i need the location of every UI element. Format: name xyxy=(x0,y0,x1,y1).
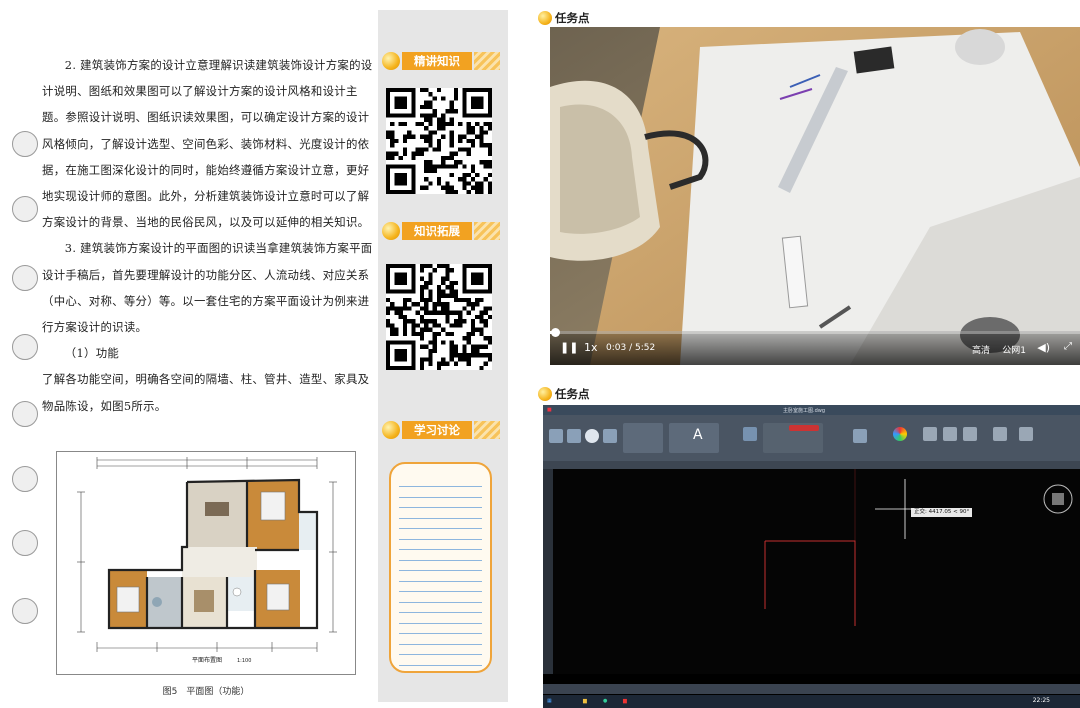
polyline-tool-icon[interactable] xyxy=(567,429,581,443)
binder-hole xyxy=(12,466,38,492)
stripe-decoration xyxy=(474,421,500,439)
floor-plan-drawing: 平面布置图 1:100 xyxy=(77,457,337,664)
video-frame xyxy=(550,27,1080,365)
cad-ribbon: A xyxy=(543,415,1080,461)
note-line xyxy=(399,559,482,561)
cad-statusbar xyxy=(543,684,1080,694)
binder-hole xyxy=(12,598,38,624)
modify-tools[interactable] xyxy=(623,423,663,453)
floor-plan-label: 平面布置图 xyxy=(192,656,222,664)
note-line xyxy=(399,612,482,613)
progress-knob[interactable] xyxy=(550,328,560,337)
note-line xyxy=(399,633,482,634)
color-wheel-icon[interactable] xyxy=(893,427,907,441)
note-line xyxy=(399,580,482,582)
paragraph-function-detail: 了解各功能空间，明确各空间的隔墙、柱、管井、造型、家具及物品陈设，如图5所示。 xyxy=(42,372,370,413)
cad-drawing-canvas[interactable]: 正交: 4417.05 < 90° xyxy=(543,469,1080,674)
cad-coordinate-tooltip: 正交: 4417.05 < 90° xyxy=(911,508,973,517)
note-line xyxy=(399,664,482,666)
cad-file-title: 主卧室施工图.dwg xyxy=(783,408,826,414)
binder-hole xyxy=(12,131,38,157)
binder-hole xyxy=(12,401,38,427)
binder-hole xyxy=(12,196,38,222)
volume-icon[interactable]: ◀) xyxy=(1037,341,1050,354)
task-point-icon xyxy=(538,387,552,401)
bullet-icon xyxy=(382,52,400,70)
bullet-icon xyxy=(382,421,400,439)
cad-ribbon-panel-bar xyxy=(543,461,1080,469)
file-explorer-icon[interactable]: ▆ xyxy=(583,698,587,704)
windows-taskbar: ▦ ▆ ● ▆ 22:25 xyxy=(543,695,1080,708)
line-select-button[interactable]: 公网1 xyxy=(1002,343,1026,356)
system-clock: 22:25 xyxy=(1032,697,1050,704)
layer-dropdown[interactable] xyxy=(789,425,819,431)
cad-task-header: 任务点 xyxy=(538,384,1078,406)
autocad-taskbar-icon[interactable]: ▆ xyxy=(623,698,627,704)
note-line xyxy=(399,517,482,519)
time-display: 0:03 / 5:52 xyxy=(606,343,656,353)
binder-hole xyxy=(12,334,38,360)
qr-code-icon[interactable] xyxy=(386,88,492,194)
note-line xyxy=(399,570,482,571)
stripe-decoration xyxy=(474,222,500,240)
clipboard-icon[interactable] xyxy=(963,427,977,441)
floor-plan-figure: 平面布置图 1:100 xyxy=(56,451,356,675)
note-line xyxy=(399,654,482,655)
video-controls: ❚❚ 1x 0:03 / 5:52 高清 公网1 ◀) ⤢ xyxy=(550,328,1080,365)
note-line xyxy=(399,622,482,624)
paragraph-design-intent: 2. 建筑装饰方案的设计立意理解识读建筑装饰设计方案的设计说明、图纸和效果图可以… xyxy=(42,58,373,230)
cad-titlebar: ■ 主卧室施工图.dwg xyxy=(543,405,1080,415)
browser-icon[interactable]: ● xyxy=(603,698,607,704)
task-point-icon xyxy=(538,11,552,25)
pause-button[interactable]: ❚❚ xyxy=(560,341,578,354)
view-icon[interactable] xyxy=(993,427,1007,441)
progress-bar[interactable] xyxy=(550,328,1080,337)
note-line xyxy=(399,591,482,592)
paragraph-function-heading: （1）功能 xyxy=(64,346,120,361)
tag-knowledge-extension: 知识拓展 xyxy=(382,221,502,241)
note-line xyxy=(399,601,482,603)
cad-drawing xyxy=(543,469,1073,674)
autocad-logo-icon: ■ xyxy=(547,407,552,413)
body-text: 2. 建筑装饰方案的设计立意理解识读建筑装饰设计方案的设计说明、图纸和效果图可以… xyxy=(42,52,377,419)
video-player[interactable]: ❚❚ 1x 0:03 / 5:52 高清 公网1 ◀) ⤢ xyxy=(550,27,1080,365)
note-line xyxy=(399,538,482,540)
binder-hole xyxy=(12,530,38,556)
figure-caption: 图5 平面图（功能） xyxy=(162,687,250,697)
floor-plan-scale: 1:100 xyxy=(237,658,251,664)
note-line xyxy=(399,528,482,529)
stripe-decoration xyxy=(474,52,500,70)
textbook-page: 2. 建筑装饰方案的设计立意理解识读建筑装饰设计方案的设计说明、图纸和效果图可以… xyxy=(0,0,525,708)
utilities-icon[interactable] xyxy=(943,427,957,441)
note-line xyxy=(399,486,482,487)
note-line xyxy=(399,549,482,550)
group-icon[interactable] xyxy=(923,427,937,441)
dimension-tool-icon[interactable] xyxy=(743,427,757,441)
circle-tool-icon[interactable] xyxy=(585,429,599,443)
text-tool-icon[interactable]: A xyxy=(693,427,707,443)
tag-lecture-knowledge: 精讲知识 xyxy=(382,51,502,71)
quality-hd-button[interactable]: 高清 xyxy=(972,343,990,356)
fullscreen-icon[interactable]: ⤢ xyxy=(1064,341,1072,352)
paragraph-floor-plan: 3. 建筑装饰方案设计的平面图的识读当拿建筑装饰方案平面设计手稿后，首先要理解设… xyxy=(42,241,373,335)
insert-block-icon[interactable] xyxy=(853,429,867,443)
windows-start-icon[interactable]: ▦ xyxy=(547,698,552,704)
line-tool-icon[interactable] xyxy=(549,429,563,443)
note-line xyxy=(399,507,482,508)
tag-study-discussion: 学习讨论 xyxy=(382,420,502,440)
notes-box[interactable] xyxy=(389,462,492,673)
select-mode-icon[interactable] xyxy=(1019,427,1033,441)
binder-hole xyxy=(12,265,38,291)
note-line xyxy=(399,496,482,498)
bullet-icon xyxy=(382,222,400,240)
qr-code-icon[interactable] xyxy=(386,264,492,370)
playback-speed-button[interactable]: 1x xyxy=(584,341,598,354)
arc-tool-icon[interactable] xyxy=(603,429,617,443)
cad-screenshot[interactable]: ■ 主卧室施工图.dwg A 正交: 4417.05 < 90° ▦ ▆ ● ▆… xyxy=(543,405,1080,708)
note-line xyxy=(399,643,482,645)
